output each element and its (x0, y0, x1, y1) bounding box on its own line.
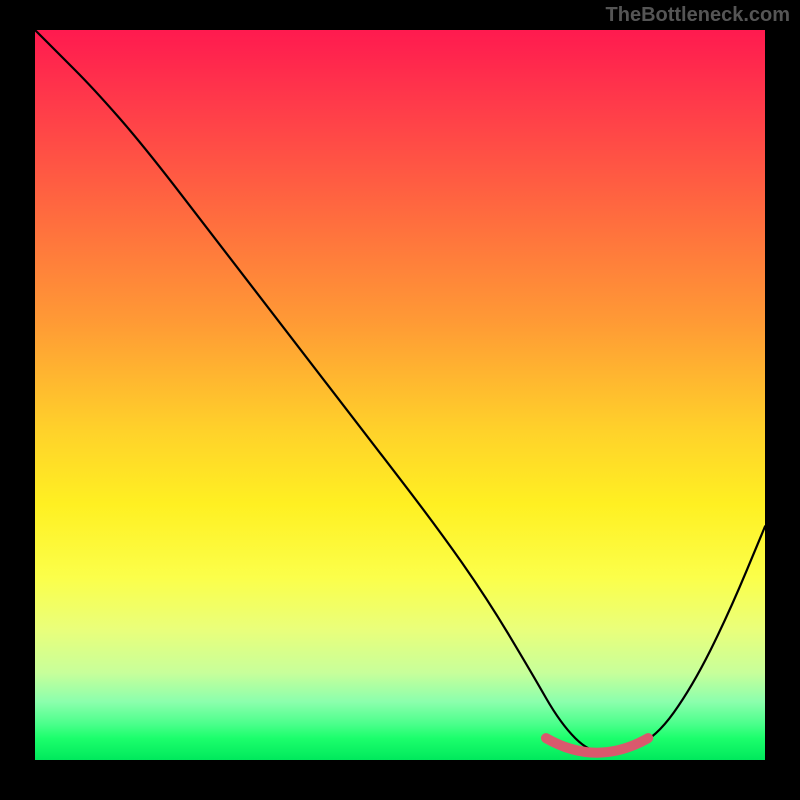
minimum-region-marker (546, 738, 648, 753)
bottleneck-curve-line (35, 30, 765, 753)
watermark-text: TheBottleneck.com (606, 4, 790, 27)
chart-area (35, 30, 765, 760)
chart-svg (35, 30, 765, 760)
